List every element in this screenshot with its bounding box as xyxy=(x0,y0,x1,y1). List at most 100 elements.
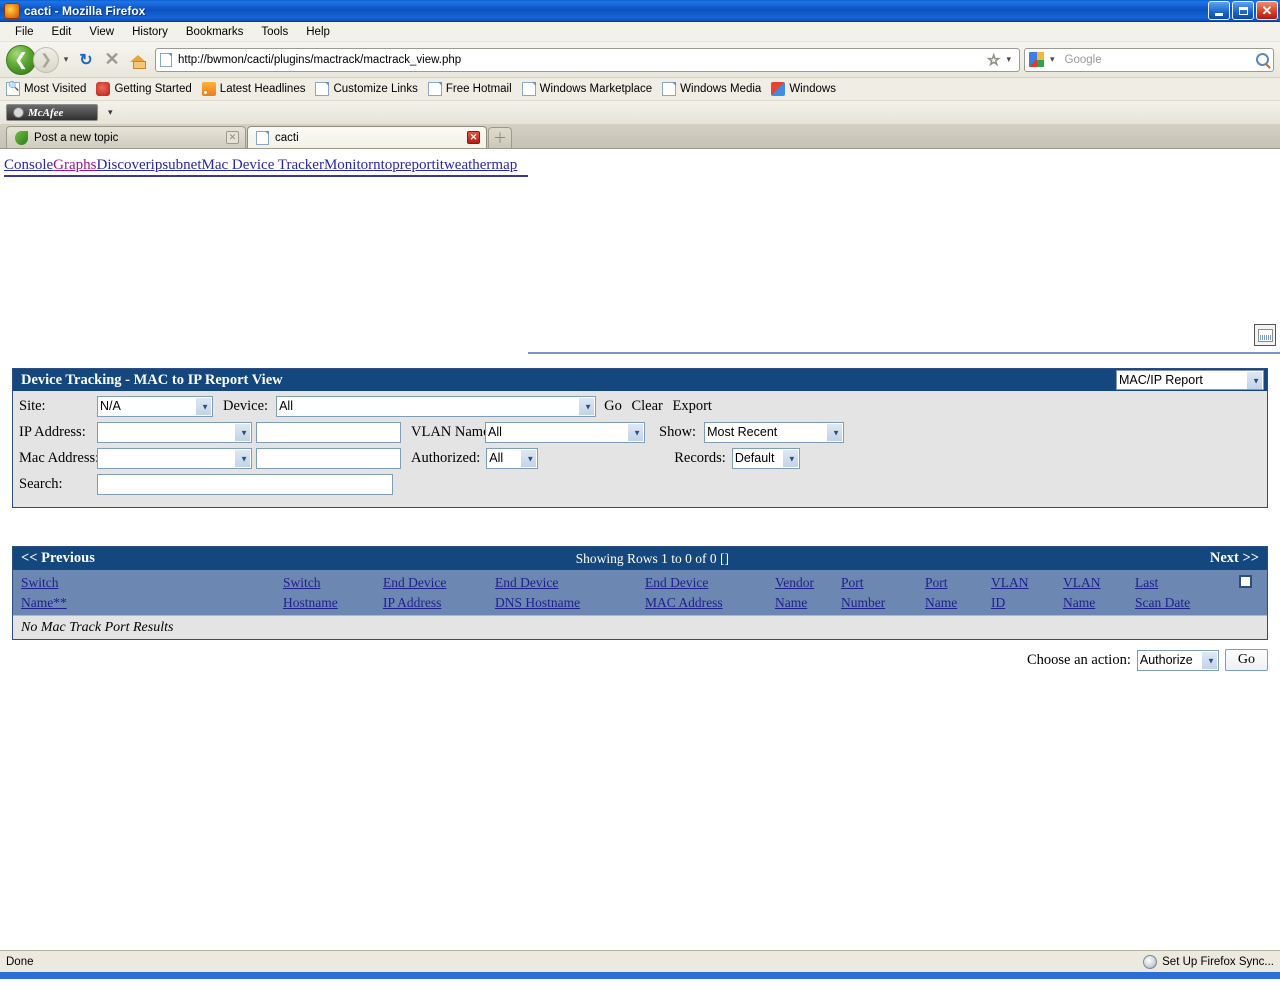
bookmark-windows[interactable]: Windows xyxy=(771,82,836,96)
vlan-name-label: VLAN Name: xyxy=(411,423,494,440)
bookmark-label: Windows xyxy=(789,83,836,95)
next-page-link[interactable]: Next >> xyxy=(1210,550,1259,567)
reload-icon[interactable]: ↻ xyxy=(73,47,99,73)
clear-link[interactable]: Clear xyxy=(631,398,662,414)
site-select[interactable]: N/A xyxy=(97,395,213,417)
column-header-port-name: Port Name xyxy=(925,575,958,610)
results-column-headers: Switch Name** Switch Hostname End Device… xyxy=(13,570,1267,615)
minimize-button[interactable] xyxy=(1208,1,1230,20)
history-dropdown-icon[interactable]: ▾ xyxy=(59,54,73,65)
nav-link-monitor[interactable]: Monitor xyxy=(324,157,373,173)
mcafee-toolbar: McAfee ▾ xyxy=(0,101,1280,125)
menu-file[interactable]: File xyxy=(6,25,43,39)
tab-close-icon[interactable]: ✕ xyxy=(226,131,239,144)
bookmark-windows-marketplace[interactable]: Windows Marketplace xyxy=(521,82,652,96)
firefox-sync-button[interactable]: Set Up Firefox Sync... xyxy=(1143,954,1274,969)
forward-icon[interactable]: ❯ xyxy=(33,46,59,73)
nav-link-ntopreport[interactable]: ntopreport xyxy=(373,157,435,173)
previous-page-link[interactable]: << Previous xyxy=(21,550,95,567)
column-header-last-scan-date: Last Scan Date xyxy=(1135,575,1191,610)
sync-icon xyxy=(1143,954,1158,969)
nav-link-ipsubnet[interactable]: ipsubnet xyxy=(151,157,202,173)
search-bar[interactable]: ▾ Google xyxy=(1024,47,1274,72)
ip-address-input[interactable] xyxy=(256,421,401,443)
records-select[interactable]: Default xyxy=(731,447,800,469)
new-tab-button[interactable]: ＋ xyxy=(488,127,512,148)
column-header-switch-hostname: Switch Hostname xyxy=(283,575,338,610)
action-select[interactable]: Authorize xyxy=(1136,649,1219,671)
mcafee-button[interactable]: McAfee xyxy=(6,104,98,121)
nav-link-discover[interactable]: Discover xyxy=(97,157,151,173)
doc-icon xyxy=(521,82,536,96)
show-select[interactable]: Most Recent xyxy=(704,421,845,443)
action-row: Choose an action: Authorize ▼ Go xyxy=(1027,649,1268,671)
tab-label: cacti xyxy=(275,131,299,144)
bookmark-latest-headlines[interactable]: Latest Headlines xyxy=(201,82,305,96)
bookmark-label: Most Visited xyxy=(24,83,87,95)
menu-edit[interactable]: Edit xyxy=(43,25,81,39)
search-engine-caret-icon[interactable]: ▾ xyxy=(1050,54,1055,65)
back-icon[interactable]: ❮ xyxy=(6,44,36,75)
go-link[interactable]: Go xyxy=(604,398,622,414)
mac-address-label: Mac Address: xyxy=(19,449,100,466)
cacti-nav-links: ConsoleGraphsDiscoveripsubnetMac Device … xyxy=(0,149,1280,174)
search-input-field[interactable] xyxy=(97,473,393,495)
url-dropdown-icon[interactable]: ▾ xyxy=(1006,54,1011,65)
results-table: << Previous Showing Rows 1 to 0 of 0 [] … xyxy=(12,546,1268,640)
vlan-name-select[interactable]: All xyxy=(485,421,645,443)
doc-icon xyxy=(662,82,677,96)
menu-history[interactable]: History xyxy=(123,25,177,39)
export-link[interactable]: Export xyxy=(672,398,711,414)
nav-link-mac-device-tracker[interactable]: Mac Device Tracker xyxy=(202,157,324,173)
nav-underline xyxy=(4,175,528,177)
menu-tools[interactable]: Tools xyxy=(252,25,297,39)
menubar: File Edit View History Bookmarks Tools H… xyxy=(0,22,1280,42)
close-button[interactable]: ✕ xyxy=(1256,1,1278,20)
stop-icon[interactable]: ✕ xyxy=(99,47,125,73)
column-header-vendor-name: Vendor Name xyxy=(775,575,814,610)
mac-operator-select[interactable] xyxy=(97,447,252,469)
broken-image-icon xyxy=(1254,324,1276,346)
column-header-end-device-dns-hostname: End Device DNS Hostname xyxy=(495,575,581,610)
bookmark-star-icon[interactable]: ☆ xyxy=(986,51,1000,69)
bookmark-most-visited[interactable]: Most Visited xyxy=(6,81,87,96)
menu-bookmarks[interactable]: Bookmarks xyxy=(177,25,253,39)
nav-link-console[interactable]: Console xyxy=(4,157,53,173)
tab-post-a-new-topic[interactable]: Post a new topic ✕ xyxy=(6,126,246,148)
home-icon[interactable] xyxy=(125,47,151,73)
maximize-button[interactable] xyxy=(1232,1,1254,20)
authorized-select[interactable]: All xyxy=(486,447,539,469)
doc-icon xyxy=(427,82,442,96)
tab-close-icon[interactable]: ✕ xyxy=(467,131,480,144)
bookmark-customize-links[interactable]: Customize Links xyxy=(315,82,418,96)
url-text[interactable]: http://bwmon/cacti/plugins/mactrack/mact… xyxy=(178,54,987,66)
report-type-select[interactable]: MAC/IP Report xyxy=(1116,370,1264,390)
most-visited-icon xyxy=(6,81,20,96)
show-label: Show: xyxy=(659,423,697,440)
menu-help[interactable]: Help xyxy=(297,25,339,39)
window-title: cacti - Mozilla Firefox xyxy=(24,3,146,18)
mcafee-shield-icon xyxy=(13,107,24,118)
mac-address-input[interactable] xyxy=(256,447,401,469)
choose-action-label: Choose an action: xyxy=(1026,651,1131,668)
tab-cacti[interactable]: cacti ✕ xyxy=(247,126,487,148)
nav-link-itweathermap[interactable]: itweathermap xyxy=(436,157,518,173)
showing-rows-label: Showing Rows 1 to 0 of 0 [] xyxy=(575,550,730,566)
action-go-button[interactable]: Go xyxy=(1224,649,1268,671)
bookmark-free-hotmail[interactable]: Free Hotmail xyxy=(427,82,512,96)
bookmark-getting-started[interactable]: Getting Started xyxy=(96,82,192,96)
mcafee-dropdown-icon[interactable]: ▾ xyxy=(108,107,113,118)
windows-icon xyxy=(771,82,786,96)
search-icon[interactable] xyxy=(1256,53,1269,66)
select-all-checkbox[interactable] xyxy=(1238,575,1252,588)
filter-row-site-device: Site: N/A ▼ Device: All ▼ Go Clear Expor… xyxy=(19,395,1261,417)
menu-view[interactable]: View xyxy=(80,25,123,39)
filter-actions: Go Clear Export xyxy=(604,398,718,415)
ip-operator-select[interactable] xyxy=(97,421,252,443)
url-bar[interactable]: http://bwmon/cacti/plugins/mactrack/mact… xyxy=(155,47,1020,72)
search-input[interactable]: Google xyxy=(1059,54,1256,66)
device-select[interactable]: All xyxy=(276,395,597,417)
nav-link-graphs[interactable]: Graphs xyxy=(53,157,96,173)
column-header-end-device-ip-address: End Device IP Address xyxy=(383,575,447,610)
bookmark-windows-media[interactable]: Windows Media xyxy=(662,82,761,96)
